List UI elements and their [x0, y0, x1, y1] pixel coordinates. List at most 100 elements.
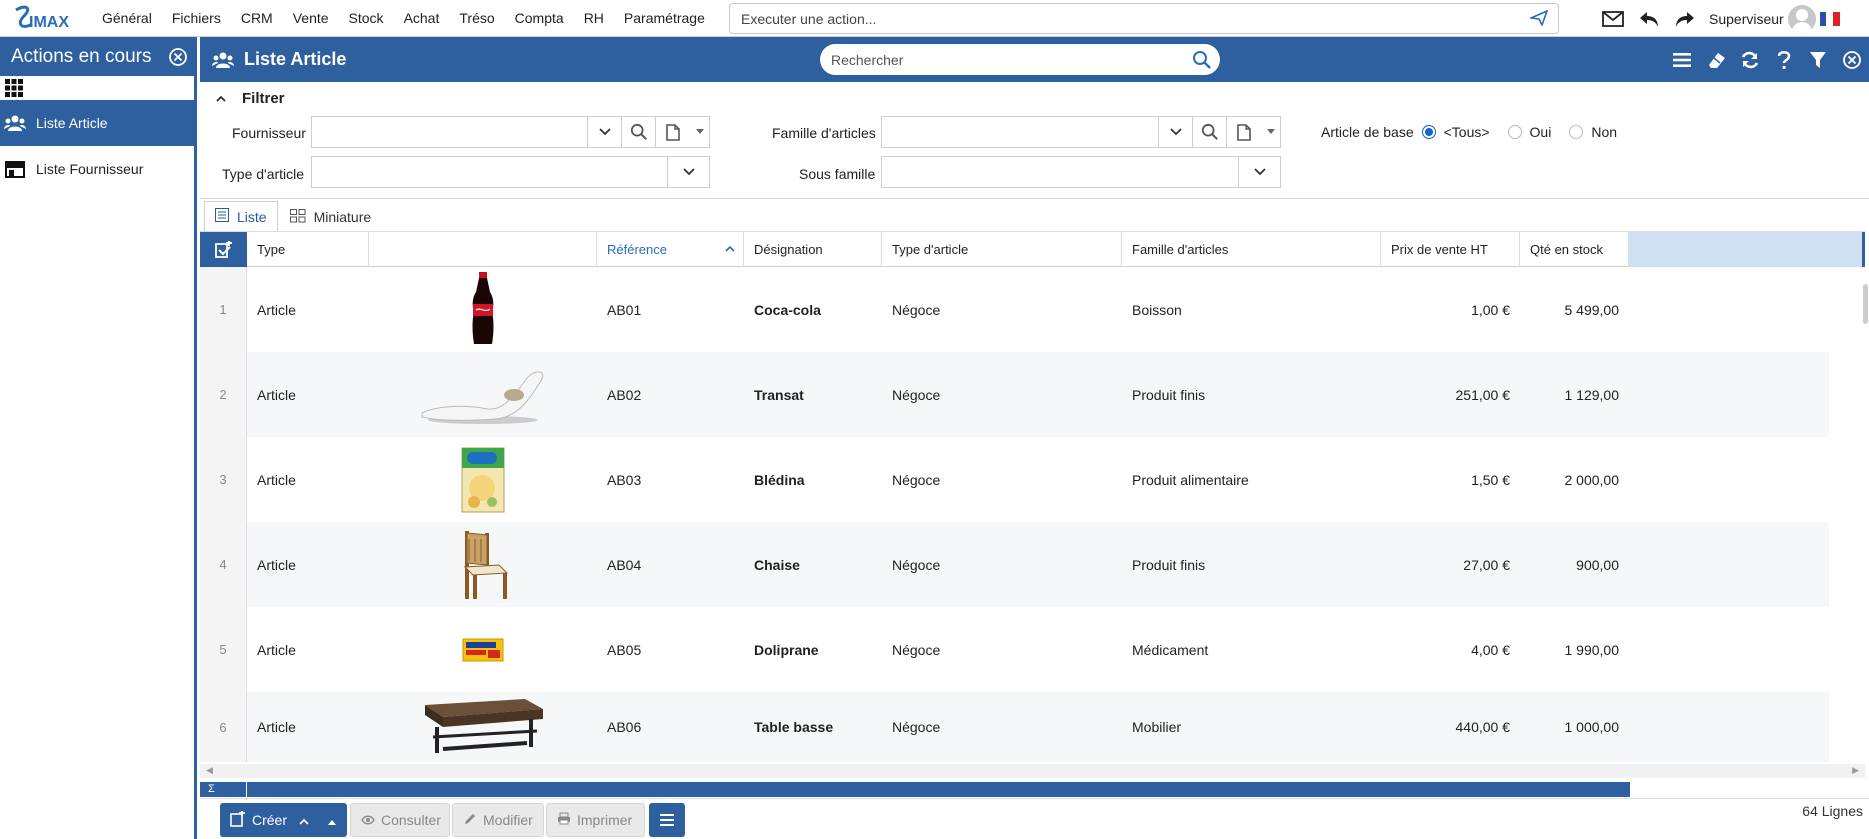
print-button[interactable]: Imprimer: [546, 803, 645, 837]
table-row[interactable]: 5 Article AB05 Doliprane Négoce Médicame…: [200, 607, 1829, 692]
column-header-qte[interactable]: Qté en stock: [1520, 232, 1629, 267]
famille-value[interactable]: [882, 117, 1158, 147]
column-header-type-article[interactable]: Type d'article: [882, 232, 1122, 267]
send-icon[interactable]: [1528, 9, 1549, 29]
cell-designation: Doliprane: [754, 641, 819, 658]
sidebar-item-liste-article[interactable]: Liste Article: [0, 100, 194, 146]
menu-parametrage[interactable]: Paramétrage: [614, 10, 715, 26]
edit-button[interactable]: Modifier: [452, 803, 544, 837]
search-icon[interactable]: [1192, 50, 1212, 73]
cell-qte: 1 129,00: [1564, 386, 1620, 403]
fournisseur-field[interactable]: [311, 116, 710, 148]
menu-compta[interactable]: Compta: [505, 10, 574, 26]
chevron-down-icon[interactable]: [667, 157, 709, 187]
close-circle-icon[interactable]: [1835, 37, 1869, 82]
sort-ascending-icon[interactable]: [725, 244, 735, 255]
cell-qte: 1 990,00: [1564, 641, 1620, 658]
radio-dot[interactable]: [1569, 125, 1584, 139]
filter-toggle[interactable]: Filtrer: [216, 90, 285, 107]
column-header-designation[interactable]: Désignation: [744, 232, 882, 267]
apps-grid-icon[interactable]: [0, 76, 194, 100]
action-input[interactable]: Executer une action...: [729, 3, 1559, 34]
radio-dot-selected[interactable]: [1421, 125, 1436, 139]
mail-icon[interactable]: [1595, 0, 1631, 37]
table-row[interactable]: 6 Article AB06 Table basse Négoce Mobili…: [200, 692, 1829, 762]
article-base-label: Article de base: [1321, 124, 1414, 140]
eraser-icon[interactable]: [1699, 37, 1733, 82]
type-article-value[interactable]: [312, 157, 667, 187]
famille-field[interactable]: [881, 116, 1281, 148]
view-button[interactable]: Consulter: [350, 803, 450, 837]
printer-icon: [557, 812, 571, 828]
menu-stock[interactable]: Stock: [339, 10, 394, 26]
undo-icon[interactable]: [1631, 0, 1667, 37]
chevron-up-icon[interactable]: [299, 812, 309, 828]
radio-oui[interactable]: Oui: [1507, 124, 1551, 140]
hamburger-menu-icon[interactable]: [1665, 37, 1699, 82]
sidebar-item-liste-fournisseur[interactable]: Liste Fournisseur: [0, 146, 194, 192]
table-row[interactable]: 3 Article AB03 Blédina Négoce Produit al…: [200, 437, 1829, 522]
table-row[interactable]: 4 Article AB04 Chaise Négoce Produit fin…: [200, 522, 1829, 607]
coffee-table-image: [369, 692, 597, 762]
column-header-prix[interactable]: Prix de vente HT: [1381, 232, 1520, 267]
more-menu-button[interactable]: [649, 803, 685, 837]
cell-type: Article: [257, 301, 296, 318]
lounge-chair-image: [369, 352, 597, 437]
row-number: 6: [200, 692, 247, 762]
radio-non[interactable]: Non: [1569, 124, 1617, 140]
document-icon[interactable]: [655, 117, 709, 147]
table-header: Type Référence Désignation Type d'articl…: [200, 231, 1865, 267]
chevron-down-icon[interactable]: [587, 117, 621, 147]
cell-qte: 900,00: [1576, 556, 1619, 573]
tab-liste[interactable]: Liste: [204, 201, 278, 231]
vertical-scrollbar[interactable]: [1862, 232, 1869, 762]
chevron-down-icon[interactable]: [1158, 117, 1192, 147]
tab-miniature[interactable]: Miniature: [280, 203, 382, 231]
scrollbar-thumb[interactable]: [1863, 284, 1868, 324]
horizontal-scrollbar[interactable]: ◀ ▶: [200, 764, 1865, 778]
type-article-field[interactable]: [311, 156, 710, 188]
menu-vente[interactable]: Vente: [283, 10, 339, 26]
table-row[interactable]: 2 Article AB02 Transat Négoce Produit fi…: [200, 352, 1829, 437]
chevron-down-icon[interactable]: [1238, 157, 1280, 187]
fournisseur-value[interactable]: [312, 117, 587, 147]
menu-general[interactable]: Général: [92, 10, 162, 26]
close-circle-icon[interactable]: [168, 47, 188, 73]
column-header-image[interactable]: [369, 232, 597, 267]
article-base-radio-group: Article de base <Tous> Oui Non: [1321, 124, 1635, 140]
menu-rh[interactable]: RH: [574, 10, 614, 26]
search-icon[interactable]: [1192, 117, 1226, 147]
cell-famille: Produit finis: [1132, 556, 1206, 573]
sous-famille-value[interactable]: [882, 157, 1238, 187]
add-row-icon[interactable]: [200, 232, 247, 267]
scroll-left-icon[interactable]: ◀: [206, 765, 213, 776]
radio-tous[interactable]: <Tous>: [1421, 124, 1490, 140]
sous-famille-field[interactable]: [881, 156, 1281, 188]
column-header-famille[interactable]: Famille d'articles: [1122, 232, 1381, 267]
help-icon[interactable]: [1767, 37, 1801, 82]
sum-icon[interactable]: Σ: [204, 782, 247, 797]
search-input[interactable]: Rechercher: [820, 44, 1220, 75]
filter-icon[interactable]: [1801, 37, 1835, 82]
user-name[interactable]: Superviseur: [1709, 11, 1784, 27]
menu-achat[interactable]: Achat: [394, 10, 450, 26]
create-button[interactable]: Créer: [220, 803, 347, 837]
radio-dot[interactable]: [1507, 125, 1522, 139]
people-icon: [212, 52, 234, 68]
scroll-right-icon[interactable]: ▶: [1852, 765, 1859, 776]
avatar-icon[interactable]: [1787, 4, 1816, 33]
menu-fichiers[interactable]: Fichiers: [162, 10, 231, 26]
document-icon[interactable]: [1226, 117, 1280, 147]
redo-icon[interactable]: [1667, 0, 1703, 37]
column-header-reference[interactable]: Référence: [597, 232, 744, 267]
menu-crm[interactable]: CRM: [231, 10, 283, 26]
app-logo[interactable]: IMAX: [0, 0, 92, 37]
caret-up-icon[interactable]: [327, 812, 337, 828]
french-flag-icon[interactable]: [1819, 11, 1840, 26]
refresh-icon[interactable]: [1733, 37, 1767, 82]
search-icon[interactable]: [621, 117, 655, 147]
view-tabs: Liste Miniature: [200, 198, 1869, 231]
table-row[interactable]: 1 Article AB01 Coca-cola Négoce Boisson …: [200, 267, 1829, 352]
column-header-type[interactable]: Type: [247, 232, 369, 267]
menu-treso[interactable]: Tréso: [449, 10, 504, 26]
